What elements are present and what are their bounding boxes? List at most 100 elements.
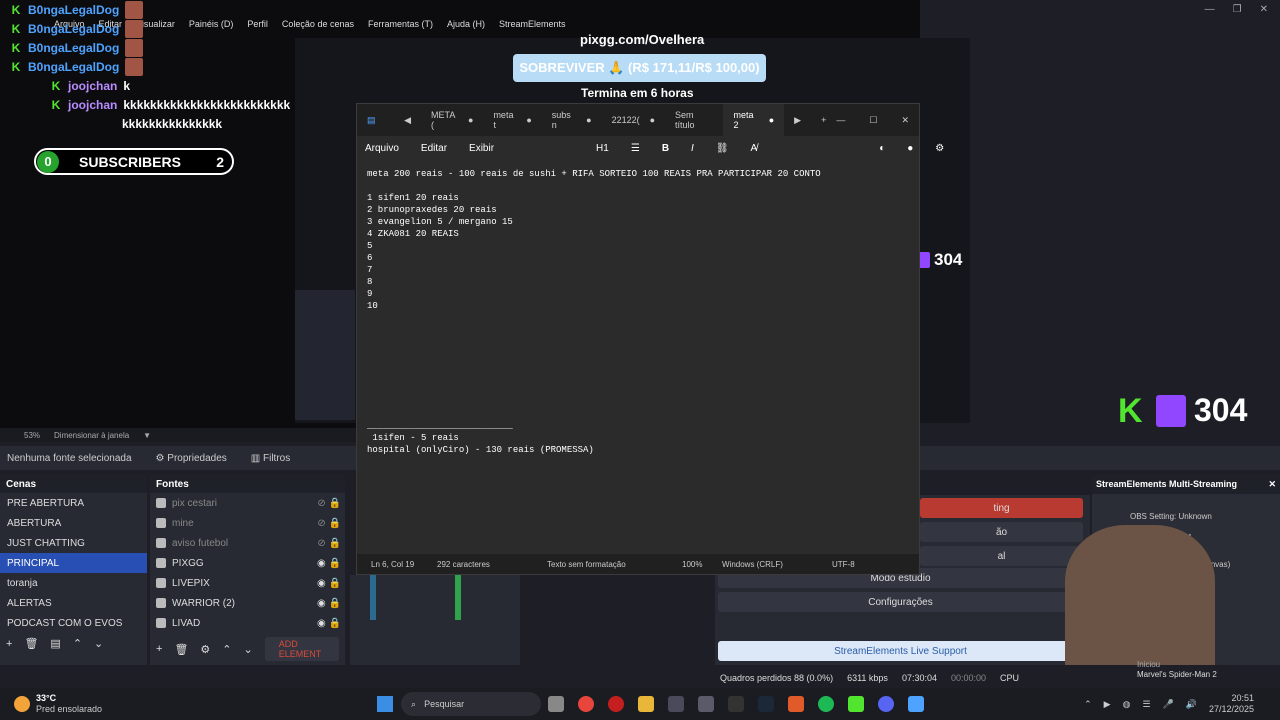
heading-select[interactable]: H1 [596, 143, 609, 154]
kick-badge-icon: K [51, 78, 61, 93]
up-icon[interactable]: ⌃ [222, 643, 231, 656]
obs-icon[interactable] [728, 696, 745, 712]
virtual-camera-button[interactable]: al [920, 546, 1083, 566]
brave-icon[interactable] [788, 696, 805, 712]
filters-button[interactable]: ▥ Filtros [251, 453, 290, 464]
network-icon[interactable]: ◍ [1123, 699, 1131, 710]
scene-item[interactable]: toranja [0, 573, 147, 593]
gear-icon[interactable]: ⚙ [935, 143, 944, 154]
minimize-icon[interactable]: — [1205, 4, 1215, 15]
spotify-icon[interactable] [818, 696, 835, 712]
tab-active[interactable]: meta 2 ● [723, 104, 785, 136]
clock[interactable]: 20:51 27/12/2025 [1209, 693, 1254, 715]
filter-icon[interactable]: ▤ [50, 637, 60, 650]
bitrate: 6311 kbps [847, 673, 888, 683]
scene-item-selected[interactable]: PRINCIPAL [0, 553, 147, 573]
notepad-text-area[interactable]: meta 200 reais - 100 reais de sushi + RI… [357, 160, 919, 464]
search-box[interactable]: ⌕ Pesquisar [401, 692, 542, 716]
copilot-icon[interactable]: ◐ [879, 143, 885, 154]
chrome-icon[interactable] [578, 696, 595, 712]
source-item[interactable]: LIVAD ◉ 🔒 [150, 613, 345, 633]
source-item[interactable]: aviso futebol ⊘ 🔒 [150, 533, 345, 553]
scene-item[interactable]: PRE ABERTURA [0, 493, 147, 513]
close-icon[interactable]: ✕ [901, 115, 909, 126]
close-icon[interactable]: ✕ [1268, 479, 1276, 490]
wifi-icon[interactable]: ☰ [1142, 699, 1150, 710]
folder-icon[interactable] [638, 696, 655, 712]
tab[interactable]: subs n ● [542, 104, 602, 136]
next-tab-icon[interactable]: ▶ [784, 104, 811, 136]
prev-tab-icon[interactable]: ◀ [394, 104, 421, 136]
tab[interactable]: Sem título [665, 104, 723, 136]
trash-icon[interactable]: 🗑 [174, 643, 188, 656]
menu-item[interactable]: Editar [421, 143, 447, 154]
source-item[interactable]: pix cestari ⊘ 🔒 [150, 493, 345, 513]
scene-item[interactable]: ABERTURA [0, 513, 147, 533]
settings-button[interactable]: Configurações [718, 592, 1083, 612]
weather-widget[interactable]: 33°C Pred ensolarado [36, 693, 102, 715]
add-icon[interactable]: + [6, 638, 12, 650]
trash-icon[interactable]: 🗑 [24, 637, 38, 650]
menu-item[interactable]: Arquivo [365, 143, 399, 154]
tab[interactable]: meta t ● [483, 104, 541, 136]
play-icon[interactable]: ▶ [1104, 699, 1111, 710]
mic-icon[interactable]: 🎤 [1163, 699, 1174, 710]
scene-item[interactable]: JUST CHATTING [0, 533, 147, 553]
sources-tools: + 🗑 ⚙ ⌃ ⌄ ADD ELEMENT [150, 633, 345, 665]
add-element-button[interactable]: ADD ELEMENT [264, 637, 339, 661]
encoding: UTF-8 [832, 559, 855, 569]
properties-button[interactable]: ⚙ Propriedades [156, 453, 227, 464]
kick-badge-icon: K [11, 2, 21, 17]
maximize-icon[interactable]: ☐ [869, 115, 877, 126]
scenes-title: Cenas [0, 475, 147, 493]
account-icon[interactable]: ● [907, 143, 913, 154]
minimize-icon[interactable]: — [836, 115, 845, 126]
tab[interactable]: 22122(● [602, 104, 665, 136]
link-icon[interactable]: ⛓ [716, 143, 729, 154]
opera-icon[interactable] [608, 696, 625, 712]
chevron-up-icon[interactable]: ⌃ [1084, 699, 1092, 710]
app-icon[interactable] [698, 696, 715, 712]
record-button[interactable]: ão [920, 522, 1083, 542]
source-item[interactable]: WARRIOR (2) ◉ 🔒 [150, 593, 345, 613]
clear-format-icon[interactable]: A̸ [751, 143, 758, 154]
twitch-counter-small: 304 [918, 250, 962, 270]
maximize-icon[interactable]: ❐ [1233, 4, 1242, 15]
tab[interactable]: META (● [421, 104, 483, 136]
eye-icon: ◉ 🔒 [317, 617, 341, 629]
live-support-button[interactable]: StreamElements Live Support [718, 641, 1083, 661]
app-icon[interactable] [668, 696, 685, 712]
source-item[interactable]: LIVEPIX ◉ 🔒 [150, 573, 345, 593]
italic-icon[interactable]: I [691, 143, 694, 154]
menu-item[interactable]: Ferramentas (T) [368, 19, 433, 29]
source-item[interactable]: PIXGG ◉ 🔒 [150, 553, 345, 573]
discord-icon[interactable] [878, 696, 895, 712]
kick-icon[interactable] [848, 696, 865, 712]
up-icon[interactable]: ⌃ [73, 637, 82, 650]
bold-icon[interactable]: B [662, 143, 669, 154]
down-icon[interactable]: ⌄ [94, 637, 103, 650]
close-icon[interactable]: ✕ [1260, 4, 1268, 15]
notepad-menubar: Arquivo Editar Exibir H1 ☰ B I ⛓ A̸ ◐ ● … [357, 136, 944, 160]
volume-icon[interactable]: 🔊 [1186, 699, 1197, 710]
menu-item[interactable]: Ajuda (H) [447, 19, 485, 29]
add-icon[interactable]: + [156, 643, 162, 655]
notepad-icon[interactable] [908, 696, 925, 712]
chevron-down-icon[interactable]: ▼ [143, 431, 151, 440]
start-streaming-button[interactable]: ting [920, 498, 1083, 518]
menu-item[interactable]: Exibir [469, 143, 494, 154]
list-icon[interactable]: ☰ [631, 143, 640, 154]
zoom-mode[interactable]: Dimensionar à janela [54, 431, 129, 440]
source-item[interactable]: mine ⊘ 🔒 [150, 513, 345, 533]
menu-item[interactable]: StreamElements [499, 19, 566, 29]
steam-icon[interactable] [758, 696, 775, 712]
task-view-icon[interactable] [548, 696, 565, 712]
zoom-level[interactable]: 53% [24, 431, 40, 440]
new-tab-icon[interactable]: + [811, 104, 836, 136]
scene-item[interactable]: PODCAST COM O EVOS [0, 613, 147, 633]
start-icon[interactable] [377, 696, 394, 712]
sub-count: 0 [37, 150, 59, 173]
scene-item[interactable]: ALERTAS [0, 593, 147, 613]
gear-icon[interactable]: ⚙ [200, 643, 210, 656]
down-icon[interactable]: ⌄ [244, 643, 253, 656]
